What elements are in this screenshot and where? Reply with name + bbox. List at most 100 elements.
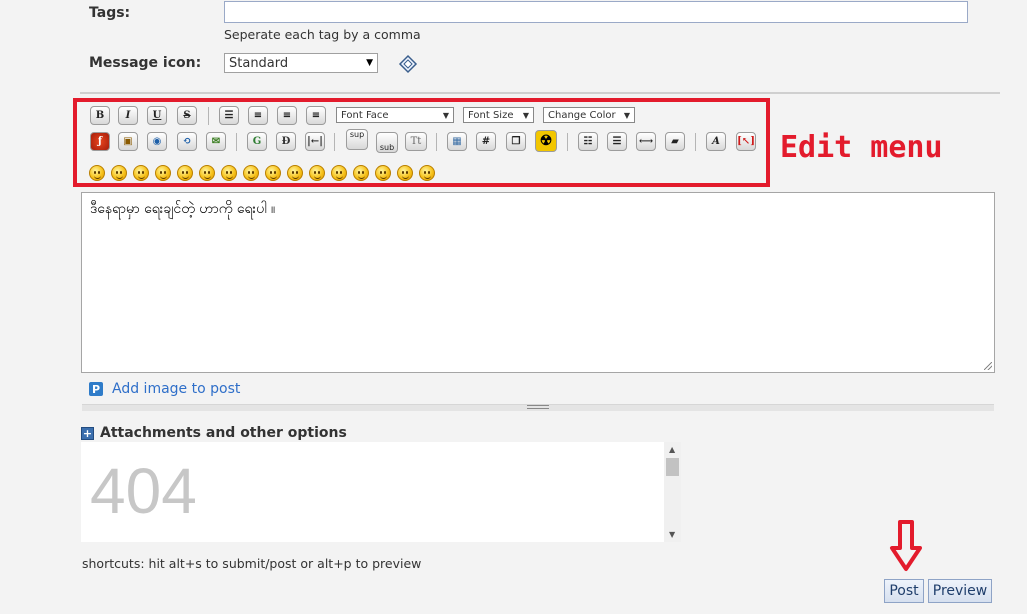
code-button[interactable]: # [476,132,496,151]
smiley-icon[interactable] [353,165,369,181]
message-icon-select[interactable]: Standard ▼ [224,53,378,73]
dictionary-icon: Ɖ [281,136,291,147]
add-image-link[interactable]: Add image to post [112,381,240,397]
strikethrough-button[interactable]: S [177,106,197,125]
font-size-select[interactable]: Font Size ▼ [463,107,534,123]
bold-button[interactable]: B [90,106,110,125]
shortcuts-hint: shortcuts: hit alt+s to submit/post or a… [82,556,422,571]
scroll-down-icon[interactable]: ▼ [669,530,675,539]
unlink-button[interactable]: ⟲ [177,132,197,151]
dict-button[interactable]: Ɖ [276,132,296,151]
unordered-list-button[interactable]: ☷ [578,132,598,151]
smiley-icon[interactable] [199,165,215,181]
italic-button[interactable]: I [118,106,138,125]
message-icon-label: Message icon: [89,55,202,71]
smiley-icon[interactable] [287,165,303,181]
post-button[interactable]: Post [884,579,924,603]
edit-menu-annotation: Edit menu [780,130,943,165]
align-left-button[interactable]: ≡ [248,106,268,125]
indent-button[interactable]: |←| [305,132,325,151]
font-face-select[interactable]: Font Face ▼ [336,107,454,123]
attachments-frame: 404 ▲ ▼ [81,442,681,542]
video-button[interactable]: ▰ [665,132,685,151]
horizontal-rule-button[interactable]: ⟷ [636,132,656,151]
image-icon: ▣ [123,136,133,147]
align-center-icon: ≡ [282,110,292,121]
align-center-button[interactable]: ≡ [277,106,297,125]
font-face-label: Font Face [341,109,389,121]
ordered-list-button[interactable]: ☰ [607,132,627,151]
remove-format-button[interactable]: [↖] [736,132,756,151]
hash-label: # [481,136,491,147]
divider [80,92,1000,94]
smiley-icon[interactable] [243,165,259,181]
arrow-down-icon [889,520,923,576]
subscript-label: sub [379,143,395,152]
align-right-icon: ≡ [311,110,321,121]
table-icon: ▦ [452,136,462,147]
smiley-icon[interactable] [111,165,127,181]
email-link-button[interactable]: ✉ [206,132,226,151]
change-color-label: Change Color [548,109,616,121]
justify-button[interactable]: ☰ [219,106,239,125]
chevron-down-icon: ▼ [623,110,630,120]
smiley-icon[interactable] [177,165,193,181]
font-style-button[interactable]: A [706,132,726,151]
message-editor[interactable]: ဒီနေရာမှာ ရေးချင်တဲ့ ဟာကို ရေးပါ ။ [81,192,995,373]
frame-scrollbar[interactable]: ▲ ▼ [664,442,681,542]
font-size-label: Font Size [468,109,514,121]
google-button[interactable]: G [247,132,267,151]
preview-button[interactable]: Preview [928,579,992,603]
chevron-down-icon: ▼ [366,58,373,68]
toolbar-separator [436,133,437,151]
justify-icon: ☰ [224,110,234,121]
change-color-select[interactable]: Change Color ▼ [543,107,635,123]
attachments-title[interactable]: Attachments and other options [100,425,347,441]
insert-table-button[interactable]: ▦ [447,132,467,151]
smiley-icon[interactable] [265,165,281,181]
bold-label: B [95,110,105,121]
tags-hint: Seperate each tag by a comma [224,27,421,42]
arrows-horizontal-icon: ⟷ [638,136,654,147]
underline-label: U [152,110,162,121]
add-image-icon[interactable]: P [89,382,103,396]
insert-link-button[interactable]: ◉ [147,132,167,151]
underline-button[interactable]: U [147,106,167,125]
smiley-icon[interactable] [331,165,347,181]
smiley-icon[interactable] [221,165,237,181]
smiley-icon[interactable] [309,165,325,181]
expand-plus-icon[interactable]: + [81,427,94,440]
numbered-list-icon: ☰ [612,136,622,147]
smiley-icon[interactable] [89,165,105,181]
toolbar-separator [567,133,568,151]
spoiler-button[interactable]: ☢ [535,130,557,152]
align-right-button[interactable]: ≡ [306,106,326,125]
scroll-up-icon[interactable]: ▲ [669,445,675,454]
flash-button[interactable]: ƒ [90,132,110,151]
smiley-icon[interactable] [419,165,435,181]
chevron-down-icon: ▼ [522,110,529,120]
smiley-icon[interactable] [375,165,391,181]
resize-handle-icon[interactable] [527,405,549,409]
globe-icon: ◉ [152,136,162,147]
text-case-button[interactable]: Tt [405,132,427,151]
editor-content: ဒီနေရာမှာ ရေးချင်တဲ့ ဟာကို ရေးပါ ။ [90,201,276,217]
tags-input[interactable] [224,1,968,23]
insert-image-button[interactable]: ▣ [118,132,138,151]
font-icon: A [712,136,720,147]
subscript-button[interactable]: sub [376,132,398,153]
bullet-list-icon: ☷ [583,136,593,147]
smiley-icon[interactable] [155,165,171,181]
italic-label: I [125,110,131,121]
resize-grip-icon[interactable] [984,362,992,370]
cursor-select-icon: [↖] [737,136,755,147]
indent-icon: |←| [307,136,323,147]
scrollbar-thumb[interactable] [666,458,679,476]
superscript-button[interactable]: sup [346,129,368,150]
tags-label: Tags: [89,5,131,21]
quote-button[interactable]: ❐ [506,132,526,151]
text-case-label: Tt [410,136,422,147]
align-left-icon: ≡ [253,110,263,121]
smiley-icon[interactable] [397,165,413,181]
smiley-icon[interactable] [133,165,149,181]
